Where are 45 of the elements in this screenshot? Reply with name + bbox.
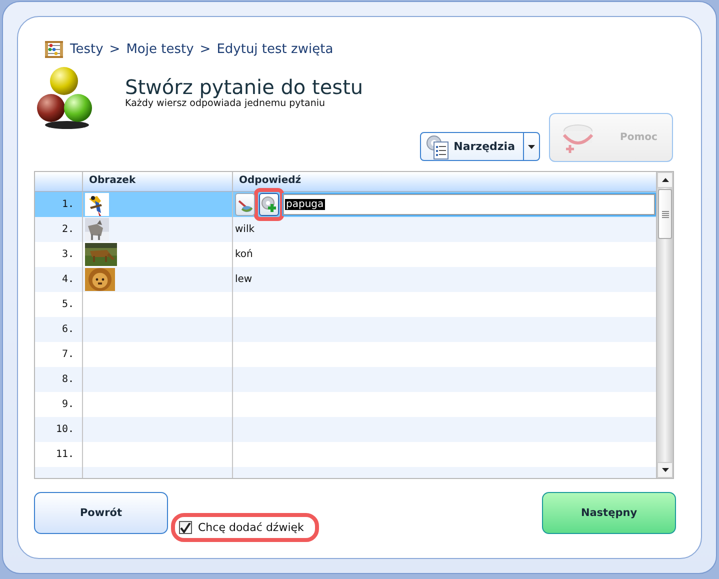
- answer-text: wilk: [235, 224, 255, 235]
- row-number: 3.: [60, 248, 75, 262]
- scroll-up-icon: [662, 178, 668, 182]
- answer-text: koń: [235, 249, 253, 260]
- add-sound-button[interactable]: [259, 193, 279, 216]
- row-number: 2.: [60, 223, 75, 237]
- scrollbar[interactable]: [656, 172, 673, 478]
- table-row[interactable]: 2. wilk: [35, 217, 656, 242]
- scroll-down-icon: [662, 468, 668, 472]
- gear-checklist-icon: [424, 134, 449, 160]
- next-button[interactable]: Następny: [542, 492, 676, 534]
- row-number: 7.: [60, 348, 75, 362]
- table-row[interactable]: 4. lew: [35, 267, 656, 292]
- checkbox[interactable]: [179, 521, 192, 534]
- sound-checkbox[interactable]: Chcę dodać dźwięk: [176, 518, 314, 537]
- breadcrumb-link[interactable]: Testy: [70, 42, 104, 56]
- check-icon: [180, 522, 191, 532]
- row-number: 6.: [60, 323, 75, 337]
- caret-icon: [528, 144, 535, 148]
- breadcrumb-separator: >: [109, 42, 120, 56]
- breadcrumb-separator: >: [200, 42, 211, 56]
- column-header[interactable]: Obrazek: [82, 172, 232, 191]
- page-subtitle: Każdy wiersz odpowiada jednemu pytaniu: [125, 98, 326, 109]
- tools-button[interactable]: Narzędzia: [420, 133, 523, 160]
- abacus-icon: [44, 39, 64, 59]
- row-number: 4.: [60, 273, 75, 287]
- answer-text: lew: [235, 274, 252, 285]
- table-row[interactable]: 8.: [35, 367, 656, 392]
- row-number: 8.: [60, 373, 75, 387]
- row-number: 9.: [60, 398, 75, 412]
- answer-field[interactable]: papuga: [283, 194, 655, 215]
- row-number: 10.: [54, 423, 75, 437]
- table-row[interactable]: 6.: [35, 317, 656, 342]
- page-title: Stwórz pytanie do testu: [125, 76, 364, 98]
- grip-icon: [662, 210, 668, 218]
- back-button[interactable]: Powrót: [34, 492, 168, 534]
- edit-picture-button[interactable]: [235, 193, 255, 216]
- row-number: 5.: [60, 298, 75, 312]
- row-number: 11.: [54, 448, 75, 462]
- breadcrumb-link[interactable]: Moje testy: [126, 42, 194, 56]
- table-row[interactable]: 10.: [35, 417, 656, 442]
- row-number: 1.: [60, 198, 75, 212]
- disc-plus-icon: [261, 196, 277, 213]
- colored-balls-logo: [36, 67, 94, 131]
- breadcrumb-link[interactable]: Edytuj test zwięta: [216, 42, 334, 56]
